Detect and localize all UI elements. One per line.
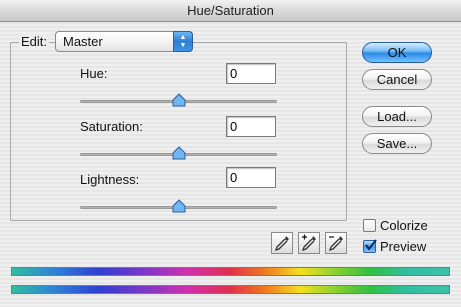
input-color-bar <box>11 267 450 276</box>
edit-select[interactable]: Master ▲ ▼ <box>55 31 193 52</box>
preview-label: Preview <box>380 239 427 254</box>
cancel-button[interactable]: Cancel <box>362 69 432 90</box>
lightness-slider-thumb[interactable] <box>172 199 186 213</box>
load-button[interactable]: Load... <box>362 106 432 127</box>
eyedropper-button[interactable] <box>271 232 293 254</box>
edit-label: Edit: <box>19 34 50 49</box>
save-button[interactable]: Save... <box>362 133 432 154</box>
saturation-slider-thumb[interactable] <box>172 146 186 160</box>
eyedropper-minus-icon <box>328 236 343 252</box>
colorize-label: Colorize <box>380 218 428 233</box>
saturation-input[interactable] <box>226 116 276 137</box>
colorize-checkbox[interactable] <box>363 219 376 232</box>
eyedropper-plus-icon <box>301 234 316 252</box>
adjustment-panel <box>10 42 347 221</box>
edit-select-value: Master <box>63 34 103 49</box>
eyedropper-add-button[interactable] <box>298 232 320 254</box>
hue-label: Hue: <box>80 66 108 81</box>
hue-input[interactable] <box>226 63 276 84</box>
eyedropper-subtract-button[interactable] <box>325 232 347 254</box>
window-title: Hue/Saturation <box>0 0 461 22</box>
saturation-label: Saturation: <box>80 119 143 134</box>
chevron-updown-icon: ▲ ▼ <box>173 31 193 52</box>
hue-slider-thumb[interactable] <box>172 93 186 107</box>
hue-saturation-dialog: Hue/Saturation Edit: Master ▲▼ Hue: Satu… <box>0 0 461 307</box>
output-color-bar <box>11 285 450 294</box>
preview-checkbox[interactable] <box>363 239 377 253</box>
lightness-input[interactable] <box>226 167 276 188</box>
eyedropper-icon <box>274 236 289 252</box>
lightness-label: Lightness: <box>80 172 140 187</box>
checkmark-icon <box>365 239 377 251</box>
ok-button[interactable]: OK <box>362 42 432 63</box>
